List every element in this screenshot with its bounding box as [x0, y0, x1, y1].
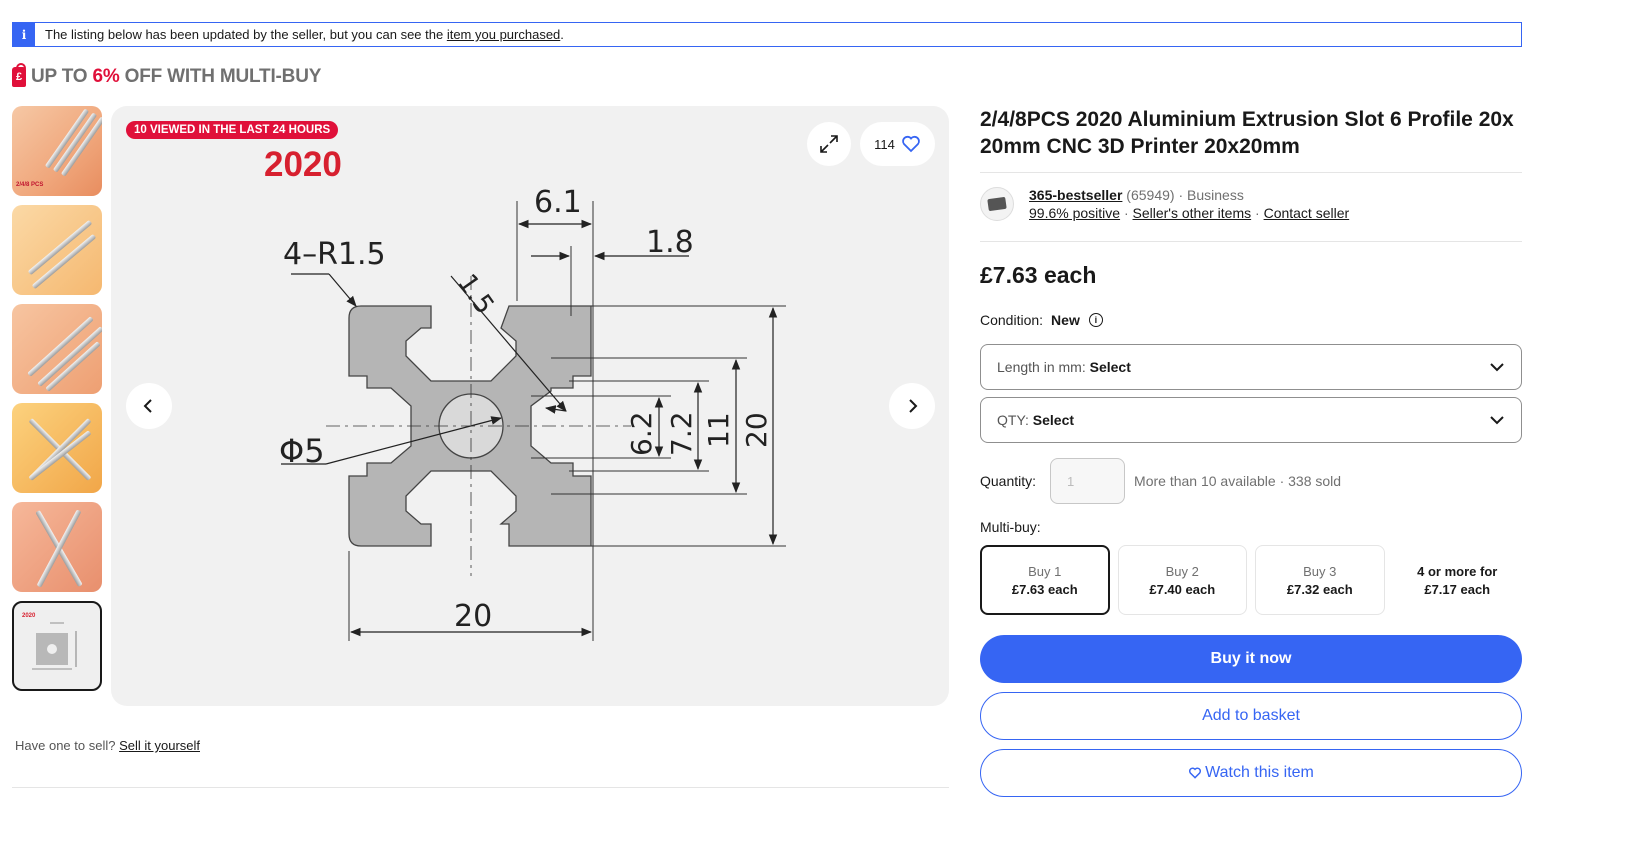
thumbnail-drawing: 2020 — [22, 613, 77, 670]
sell-it-yourself-link[interactable]: Sell it yourself — [119, 738, 200, 753]
condition-row: Condition: New i — [980, 312, 1522, 328]
length-select-value: Select — [1089, 359, 1131, 375]
promo-prefix: UP TO — [31, 66, 88, 87]
svg-text:2020: 2020 — [22, 613, 36, 619]
qty-select-label: QTY: — [997, 412, 1033, 428]
seller-avatar[interactable] — [980, 187, 1014, 221]
multibuy-tier-1[interactable]: Buy 1 £7.63 each — [980, 545, 1110, 615]
dim-20-horizontal-label: 20 — [454, 599, 492, 634]
contact-seller-link[interactable]: Contact seller — [1264, 205, 1350, 221]
seller-positive-link[interactable]: 99.6% positive — [1029, 205, 1120, 221]
tier-amount: 4 or more for — [1417, 563, 1498, 579]
next-image-button[interactable] — [889, 383, 935, 429]
dim-1-5-label: 1.5 — [451, 269, 499, 320]
profile-technical-drawing: 6.1 1.8 4–R1.5 1.5 Φ5 6.2 7.2 11 20 20 — [279, 185, 786, 641]
multibuy-tier-4-plus[interactable]: 4 or more for £7.17 each — [1393, 545, 1522, 615]
dim-1-8-label: 1.8 — [646, 225, 694, 260]
dim-11-label: 11 — [702, 412, 735, 448]
tier-price: £7.32 each — [1286, 581, 1353, 597]
thumbnail-6-selected[interactable]: 2020 — [12, 601, 102, 691]
quantity-input[interactable]: 1 — [1050, 458, 1126, 504]
buy-it-now-button[interactable]: Buy it now — [980, 635, 1522, 683]
dim-7-2-label: 7.2 — [665, 411, 698, 456]
length-select-label: Length in mm: — [997, 359, 1090, 375]
seller-other-items-link[interactable]: Seller's other items — [1133, 205, 1252, 221]
tier-amount: Buy 2 — [1165, 563, 1199, 579]
sell-prompt-text: Have one to sell? — [15, 738, 120, 753]
chevron-right-icon — [909, 399, 918, 413]
thumbnail-1[interactable]: 2/4/8 PCS — [12, 106, 102, 196]
main-product-image[interactable]: 6.1 1.8 4–R1.5 1.5 Φ5 6.2 7.2 11 20 20 1… — [111, 106, 949, 706]
viewed-badge: 10 VIEWED IN THE LAST 24 HOURS — [126, 121, 339, 139]
product-title: 2/4/8PCS 2020 Aluminium Extrusion Slot 6… — [980, 108, 1514, 158]
multibuy-label: Multi-buy: — [980, 519, 1041, 535]
dim-20-vertical-label: 20 — [740, 412, 773, 448]
multibuy-tier-3[interactable]: Buy 3 £7.32 each — [1255, 545, 1385, 615]
promo-suffix: OFF WITH MULTI-BUY — [124, 66, 322, 87]
seller-type: Business — [1187, 187, 1244, 203]
info-icon[interactable]: i — [1088, 313, 1103, 327]
qty-select[interactable]: QTY: Select — [980, 397, 1522, 443]
watch-item-label: Watch this item — [1205, 764, 1314, 781]
listing-updated-notice: i The listing below has been updated by … — [12, 22, 1522, 47]
separator: · — [1174, 187, 1188, 203]
thumbnail-caption: 2/4/8 PCS — [16, 182, 44, 188]
thumbnail-4[interactable] — [12, 403, 102, 493]
tier-price: £7.63 each — [1011, 581, 1078, 597]
multibuy-promo-banner: £ UP TO 6% OFF WITH MULTI-BUY — [12, 63, 322, 88]
qty-select-value: Select — [1032, 412, 1075, 428]
thumbnail-strip: 2/4/8 PCS 2020 — [12, 106, 104, 700]
price: £7.63 each — [980, 262, 1097, 288]
thumbnail-5[interactable] — [12, 502, 102, 592]
quantity-row: Quantity: 1 More than 10 available · 338… — [980, 458, 1522, 504]
length-select[interactable]: Length in mm: Select — [980, 344, 1522, 390]
notice-text: The listing below has been updated by th… — [45, 27, 447, 42]
chevron-down-icon — [1490, 416, 1504, 425]
radius-label: 4–R1.5 — [283, 237, 386, 272]
add-to-basket-button[interactable]: Add to basket — [980, 692, 1522, 740]
thumbnail-2[interactable] — [12, 205, 102, 295]
previous-image-button[interactable] — [126, 383, 172, 429]
condition-value: New — [1051, 312, 1080, 328]
notice-message: The listing below has been updated by th… — [45, 27, 564, 42]
dim-6-2-label: 6.2 — [625, 411, 658, 456]
heart-icon — [902, 135, 920, 153]
tier-amount: Buy 3 — [1303, 563, 1337, 579]
tier-price: £7.17 each — [1424, 581, 1491, 597]
quantity-label: Quantity: — [980, 473, 1037, 489]
watch-item-button[interactable]: Watch this item — [980, 749, 1522, 797]
notice-period: . — [560, 27, 564, 42]
chevron-left-icon — [143, 399, 152, 413]
info-icon: i — [13, 23, 35, 46]
image-caption: 2020 — [264, 145, 342, 184]
price-tag-icon: £ — [12, 63, 26, 87]
separator: · — [1120, 205, 1133, 221]
thumbnail-3[interactable] — [12, 304, 102, 394]
condition-label: Condition: — [980, 312, 1044, 328]
multibuy-tiers: Buy 1 £7.63 each Buy 2 £7.40 each Buy 3 … — [980, 545, 1522, 615]
sell-prompt: Have one to sell? Sell it yourself — [15, 738, 200, 753]
chevron-down-icon — [1490, 363, 1504, 372]
seller-name-link[interactable]: 365-bestseller — [1029, 187, 1122, 203]
divider — [12, 787, 949, 788]
item-purchased-link[interactable]: item you purchased — [447, 27, 560, 42]
heart-icon — [1189, 767, 1202, 779]
availability-text: More than 10 available · 338 sold — [1134, 473, 1342, 489]
seller-feedback-count: (65949) — [1126, 187, 1175, 203]
separator: · — [1251, 205, 1264, 221]
watchers-button[interactable]: 114 — [860, 122, 935, 166]
multibuy-tier-2[interactable]: Buy 2 £7.40 each — [1117, 545, 1247, 615]
product-panel: 2/4/8PCS 2020 Aluminium Extrusion Slot 6… — [980, 106, 1522, 797]
seller-card: 365-bestseller (65949) · Business 99.6% … — [980, 173, 1522, 241]
promo-percent: 6% — [92, 66, 120, 87]
expand-icon — [820, 135, 838, 153]
divider — [980, 241, 1522, 242]
expand-image-button[interactable] — [807, 122, 851, 166]
tier-amount: Buy 1 — [1028, 563, 1062, 579]
watch-count: 114 — [874, 136, 895, 152]
dim-6-1-label: 6.1 — [534, 185, 582, 220]
phi-5-label: Φ5 — [279, 432, 325, 470]
tier-price: £7.40 each — [1149, 581, 1216, 597]
